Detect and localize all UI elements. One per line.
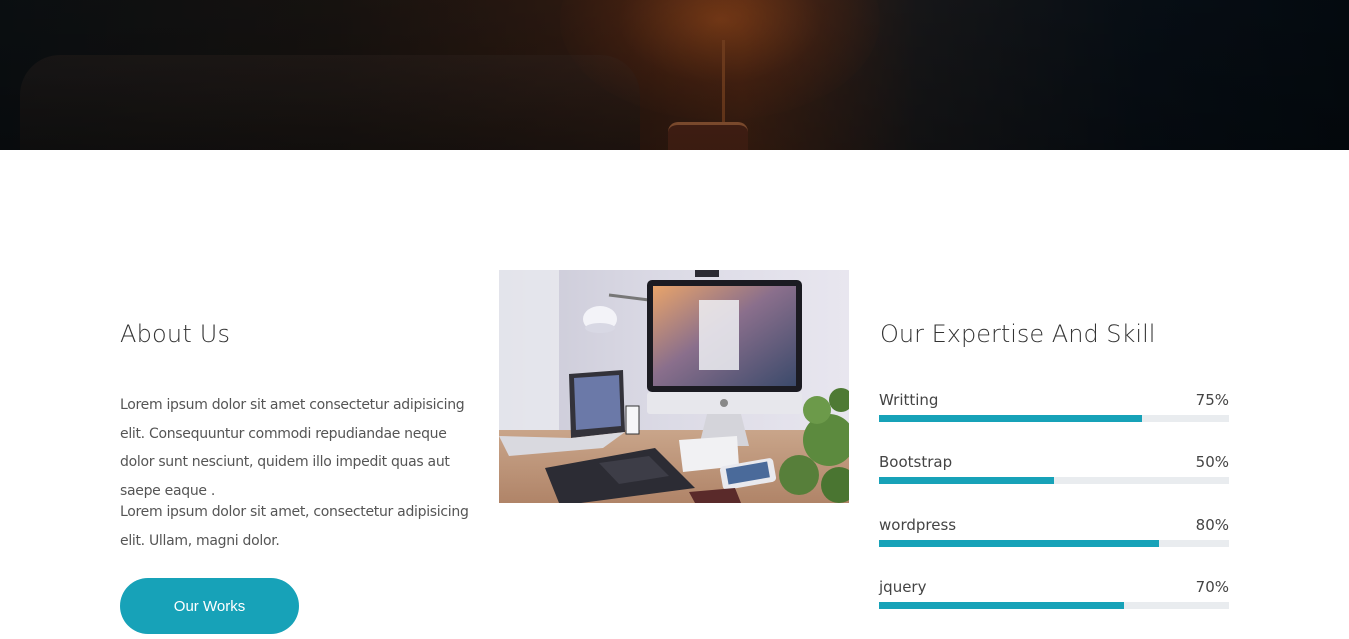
skill-writting: Writting 75% bbox=[879, 391, 1229, 425]
skill-progress-fill bbox=[879, 477, 1054, 484]
skill-name: Writting bbox=[879, 391, 939, 409]
about-paragraph-2: Lorem ipsum dolor sit amet, consectetur … bbox=[120, 504, 469, 549]
hero-shade-overlay bbox=[0, 0, 1349, 150]
about-paragraph-1: Lorem ipsum dolor sit amet consectetur a… bbox=[120, 397, 465, 499]
hero-banner bbox=[0, 0, 1349, 150]
skill-progress-track bbox=[879, 415, 1229, 422]
skill-progress-track bbox=[879, 602, 1229, 609]
skill-progress-fill bbox=[879, 602, 1124, 609]
skill-progress-fill bbox=[879, 415, 1142, 422]
workspace-photo bbox=[499, 270, 849, 503]
skill-name: wordpress bbox=[879, 516, 957, 534]
skill-percent: 75% bbox=[1195, 391, 1229, 409]
skill-progress-track bbox=[879, 477, 1229, 484]
skill-name: Bootstrap bbox=[879, 453, 953, 471]
skill-percent: 80% bbox=[1195, 516, 1229, 534]
skill-jquery: jquery 70% bbox=[879, 578, 1229, 612]
skill-bootstrap: Bootstrap 50% bbox=[879, 453, 1229, 487]
skill-wordpress: wordpress 80% bbox=[879, 516, 1229, 550]
skill-percent: 50% bbox=[1195, 453, 1229, 471]
skill-percent: 70% bbox=[1195, 578, 1229, 596]
skill-progress-track bbox=[879, 540, 1229, 547]
skill-progress-fill bbox=[879, 540, 1159, 547]
skill-name: jquery bbox=[879, 578, 927, 596]
our-works-button[interactable]: Our Works bbox=[120, 578, 299, 634]
expertise-title: Our Expertise And Skill bbox=[880, 320, 1156, 348]
about-title: About Us bbox=[120, 320, 231, 348]
